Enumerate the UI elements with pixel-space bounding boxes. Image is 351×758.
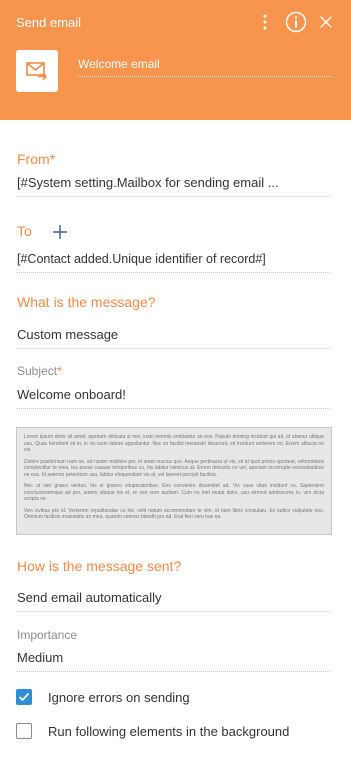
run-in-background-checkbox[interactable]: [16, 723, 32, 739]
to-field[interactable]: [#Contact added.Unique identifier of rec…: [17, 252, 330, 273]
importance-field[interactable]: Medium: [17, 650, 330, 672]
importance-label: Importance: [17, 628, 78, 642]
info-button[interactable]: [285, 11, 307, 33]
more-vertical-icon: [263, 14, 267, 30]
element-header: Send email Welcome email: [0, 0, 351, 120]
element-icon-box: [16, 50, 58, 92]
ignore-errors-checkbox[interactable]: [16, 689, 32, 705]
ignore-errors-option[interactable]: Ignore errors on sending: [16, 688, 190, 706]
run-in-background-label: Run following elements in the background: [48, 723, 290, 739]
body-paragraph: Ven civibus pro id. Verterem repudiandae…: [24, 507, 324, 521]
required-marker: *: [57, 364, 62, 378]
message-type-field[interactable]: Custom message: [17, 327, 330, 349]
checkmark-icon: [18, 692, 30, 702]
message-section-title: What is the message?: [17, 294, 156, 310]
from-field[interactable]: [#System setting.Mailbox for sending ema…: [17, 175, 330, 197]
send-email-icon: [26, 62, 48, 81]
required-marker: *: [49, 151, 56, 167]
ignore-errors-label: Ignore errors on sending: [48, 689, 190, 705]
run-in-background-option[interactable]: Run following elements in the background: [16, 722, 289, 740]
send-method-field[interactable]: Send email automatically: [17, 590, 330, 612]
to-label: To: [17, 223, 32, 239]
close-button[interactable]: [316, 11, 336, 33]
body-paragraph: Nec ut stet graeci veritus, his ei graec…: [24, 483, 324, 502]
add-recipient-button[interactable]: [51, 223, 69, 241]
more-options-button[interactable]: [256, 11, 274, 33]
element-name-field[interactable]: Welcome email: [78, 55, 333, 77]
close-icon: [320, 16, 332, 28]
body-paragraph: Lorem ipsum dolor sit amet, aperiam deli…: [24, 434, 324, 453]
body-paragraph: Dolore posidonium nam ne, ad noster moll…: [24, 458, 324, 478]
plus-icon: [53, 225, 67, 239]
sending-section-title: How is the message sent?: [17, 558, 182, 574]
panel-title: Send email: [16, 15, 82, 30]
subject-label: Subject*: [17, 364, 62, 378]
subject-field[interactable]: Welcome onboard!: [17, 387, 330, 409]
email-body-preview[interactable]: Lorem ipsum dolor sit amet, aperiam deli…: [16, 427, 332, 535]
info-icon: [285, 11, 307, 33]
from-label: From*: [17, 151, 56, 167]
